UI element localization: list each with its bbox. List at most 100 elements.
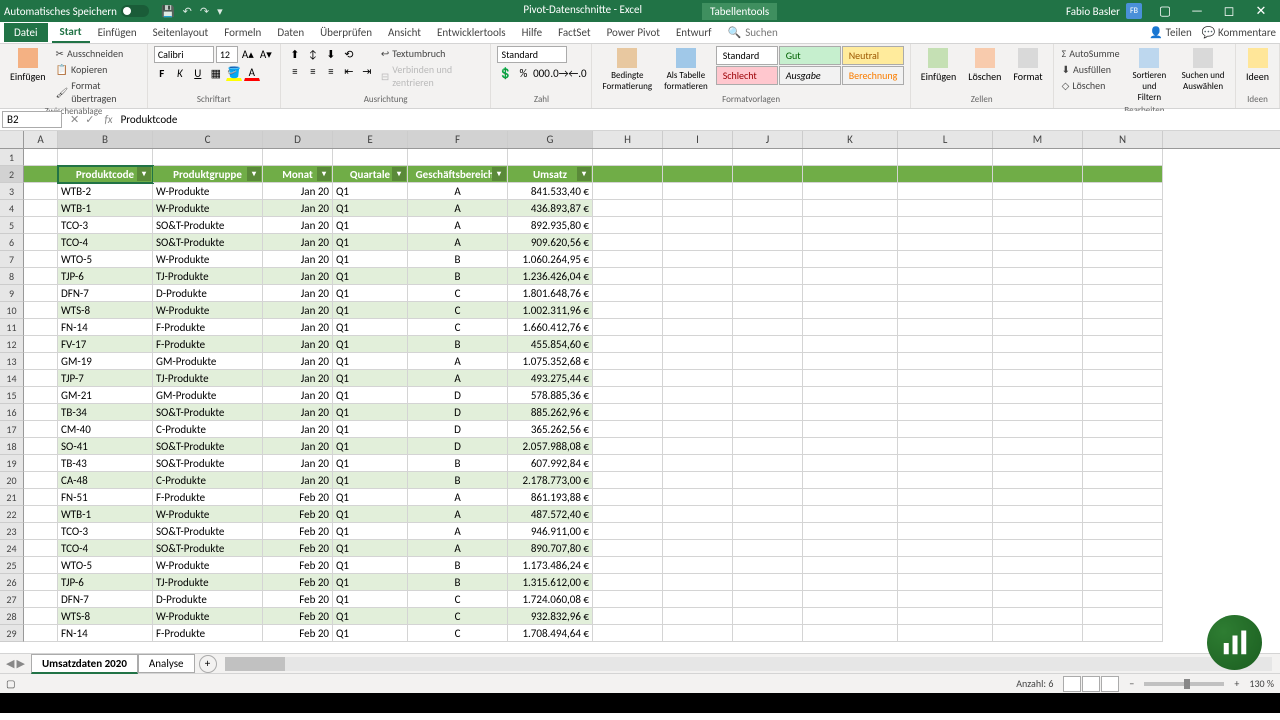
font-size-select[interactable] xyxy=(216,46,238,63)
table-cell[interactable]: 455.854,60 € xyxy=(508,336,593,353)
paste-button[interactable]: Einfügen xyxy=(6,46,50,85)
row-header[interactable]: 25 xyxy=(0,557,24,574)
table-cell[interactable]: Feb 20 xyxy=(263,489,333,506)
table-cell[interactable]: DFN-7 xyxy=(58,285,153,302)
table-cell[interactable]: Feb 20 xyxy=(263,608,333,625)
table-cell[interactable]: Q1 xyxy=(333,625,408,642)
table-cell[interactable]: CA-48 xyxy=(58,472,153,489)
style-gut[interactable]: Gut xyxy=(779,46,841,65)
cancel-formula-icon[interactable]: ✕ xyxy=(70,113,79,126)
close-icon[interactable]: ✕ xyxy=(1246,4,1276,19)
table-cell[interactable]: SO&T-Produkte xyxy=(153,438,263,455)
row-header[interactable]: 13 xyxy=(0,353,24,370)
currency-icon[interactable]: 💲 xyxy=(497,65,513,81)
table-cell[interactable]: Jan 20 xyxy=(263,370,333,387)
redo-icon[interactable]: ↷ xyxy=(200,5,209,18)
table-cell[interactable]: Q1 xyxy=(333,540,408,557)
row-header[interactable]: 12 xyxy=(0,336,24,353)
tab-start[interactable]: Start xyxy=(52,22,90,43)
table-cell[interactable]: W-Produkte xyxy=(153,200,263,217)
table-cell[interactable]: A xyxy=(408,217,508,234)
table-cell[interactable]: Q1 xyxy=(333,489,408,506)
table-cell[interactable]: Q1 xyxy=(333,421,408,438)
table-cell[interactable]: WTB-1 xyxy=(58,506,153,523)
row-header[interactable]: 28 xyxy=(0,608,24,625)
table-cell[interactable]: GM-Produkte xyxy=(153,387,263,404)
table-cell[interactable]: GM-19 xyxy=(58,353,153,370)
fill-color-button[interactable]: 🪣 xyxy=(226,65,242,81)
table-cell[interactable]: TCO-4 xyxy=(58,540,153,557)
table-cell[interactable]: Jan 20 xyxy=(263,302,333,319)
table-cell[interactable]: TJP-6 xyxy=(58,268,153,285)
table-cell[interactable]: A xyxy=(408,523,508,540)
row-header[interactable]: 19 xyxy=(0,455,24,472)
minimize-icon[interactable]: — xyxy=(1182,4,1212,19)
row-header[interactable]: 24 xyxy=(0,540,24,557)
table-cell[interactable]: Q1 xyxy=(333,438,408,455)
table-cell[interactable]: Q1 xyxy=(333,251,408,268)
tab-powerpivot[interactable]: Power Pivot xyxy=(599,23,668,42)
table-cell[interactable]: Feb 20 xyxy=(263,540,333,557)
row-header[interactable]: 29 xyxy=(0,625,24,642)
table-cell[interactable]: Q1 xyxy=(333,387,408,404)
share-button[interactable]: 👤 Teilen xyxy=(1149,26,1191,39)
table-cell[interactable]: B xyxy=(408,251,508,268)
table-cell[interactable]: FN-51 xyxy=(58,489,153,506)
select-all-corner[interactable] xyxy=(0,131,24,148)
table-cell[interactable]: W-Produkte xyxy=(153,183,263,200)
percent-icon[interactable]: % xyxy=(515,65,531,81)
col-header[interactable]: L xyxy=(898,131,993,148)
align-middle-icon[interactable]: ↕ xyxy=(305,46,321,62)
conditional-format-button[interactable]: Bedingte Formatierung xyxy=(598,46,656,94)
table-cell[interactable]: D-Produkte xyxy=(153,591,263,608)
table-cell[interactable]: Q1 xyxy=(333,574,408,591)
table-cell[interactable]: Jan 20 xyxy=(263,285,333,302)
autosum-button[interactable]: Σ AutoSumme xyxy=(1060,46,1122,61)
table-cell[interactable]: 1.002.311,96 € xyxy=(508,302,593,319)
table-cell[interactable]: Jan 20 xyxy=(263,251,333,268)
table-cell[interactable]: B xyxy=(408,557,508,574)
table-cell[interactable]: Q1 xyxy=(333,183,408,200)
table-cell[interactable]: Q1 xyxy=(333,217,408,234)
row-header[interactable]: 10 xyxy=(0,302,24,319)
col-header[interactable]: M xyxy=(993,131,1083,148)
table-cell[interactable]: Feb 20 xyxy=(263,574,333,591)
indent-dec-icon[interactable]: ⇤ xyxy=(341,63,357,79)
table-cell[interactable]: TB-34 xyxy=(58,404,153,421)
style-standard[interactable]: Standard xyxy=(716,46,778,65)
table-cell[interactable]: Jan 20 xyxy=(263,455,333,472)
table-cell[interactable]: WTO-5 xyxy=(58,251,153,268)
cut-button[interactable]: ✂ Ausschneiden xyxy=(54,46,141,61)
table-cell[interactable]: Feb 20 xyxy=(263,625,333,642)
table-cell[interactable]: TJP-7 xyxy=(58,370,153,387)
row-header[interactable]: 3 xyxy=(0,183,24,200)
table-cell[interactable]: D-Produkte xyxy=(153,285,263,302)
table-cell[interactable]: Q1 xyxy=(333,591,408,608)
table-cell[interactable]: 1.075.352,68 € xyxy=(508,353,593,370)
table-cell[interactable]: TB-43 xyxy=(58,455,153,472)
orientation-icon[interactable]: ⟲ xyxy=(341,46,357,62)
table-cell[interactable]: FN-14 xyxy=(58,319,153,336)
table-cell[interactable]: SO&T-Produkte xyxy=(153,455,263,472)
table-cell[interactable]: TCO-3 xyxy=(58,217,153,234)
table-cell[interactable]: 1.060.264,95 € xyxy=(508,251,593,268)
dec-decimal-icon[interactable]: ←.0 xyxy=(569,65,585,81)
table-cell[interactable]: Q1 xyxy=(333,336,408,353)
table-cell[interactable]: Jan 20 xyxy=(263,404,333,421)
table-cell[interactable]: A xyxy=(408,506,508,523)
row-header[interactable]: 23 xyxy=(0,523,24,540)
table-header[interactable]: Produktcode▾ xyxy=(58,166,153,183)
font-color-button[interactable]: A xyxy=(244,65,260,81)
tab-formulas[interactable]: Formeln xyxy=(216,23,269,42)
tab-view[interactable]: Ansicht xyxy=(380,23,429,42)
tab-factset[interactable]: FactSet xyxy=(550,23,599,42)
table-cell[interactable]: SO&T-Produkte xyxy=(153,523,263,540)
filter-dropdown-icon[interactable]: ▾ xyxy=(247,167,261,181)
search-box[interactable]: 🔍 Suchen xyxy=(728,26,778,39)
enter-formula-icon[interactable]: ✓ xyxy=(85,113,94,126)
delete-cells-button[interactable]: Löschen xyxy=(964,46,1005,85)
formula-input[interactable] xyxy=(117,111,1280,128)
table-cell[interactable]: B xyxy=(408,455,508,472)
autosave-toggle[interactable]: Automatisches Speichern xyxy=(4,5,149,18)
table-cell[interactable]: Jan 20 xyxy=(263,336,333,353)
